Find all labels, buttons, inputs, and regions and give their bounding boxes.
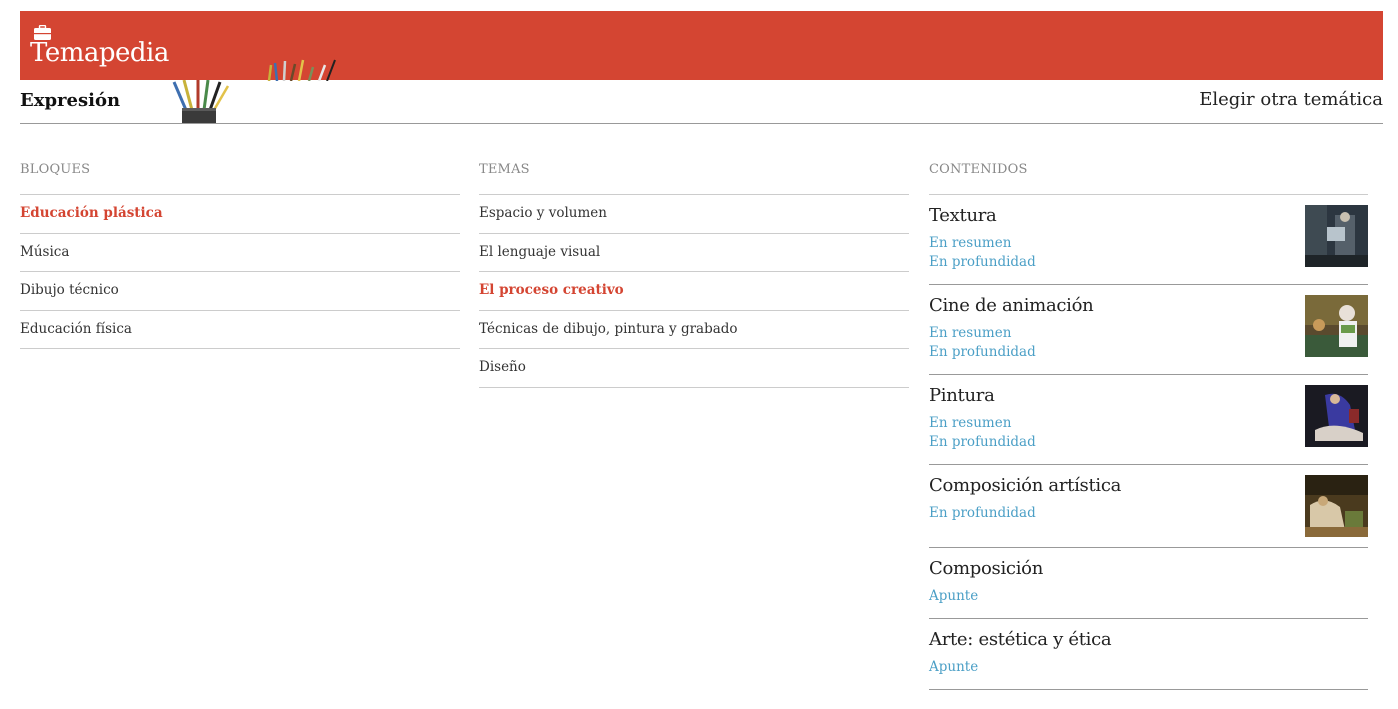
- bloques-heading: BLOQUES: [20, 160, 460, 195]
- content-item-composicion: Composición Apunte: [929, 548, 1368, 619]
- tema-item-tecnicas[interactable]: Técnicas de dibujo, pintura y grabado: [479, 311, 909, 349]
- content-item-cine-animacion: Cine de animación En resumen En profundi…: [929, 285, 1368, 375]
- resumen-link[interactable]: En resumen: [929, 234, 1368, 253]
- apunte-link[interactable]: Apunte: [929, 658, 1368, 677]
- profundidad-link[interactable]: En profundidad: [929, 504, 1368, 523]
- bloques-column: BLOQUES Educación plástica Música Dibujo…: [20, 160, 460, 349]
- resumen-link[interactable]: En resumen: [929, 324, 1368, 343]
- content-title[interactable]: Arte: estética y ética: [929, 629, 1368, 650]
- content-title[interactable]: Textura: [929, 205, 1368, 226]
- pencil-cup-image: [172, 80, 230, 123]
- content-title[interactable]: Cine de animación: [929, 295, 1368, 316]
- content-title[interactable]: Composición: [929, 558, 1368, 579]
- content-item-arte-estetica-etica: Arte: estética y ética Apunte: [929, 619, 1368, 690]
- site-header: Temapedia: [20, 11, 1383, 81]
- content-title[interactable]: Pintura: [929, 385, 1368, 406]
- content-item-composicion-artistica: Composición artística En profundidad: [929, 465, 1368, 548]
- profundidad-link[interactable]: En profundidad: [929, 253, 1368, 272]
- tema-item-lenguaje-visual[interactable]: El lenguaje visual: [479, 234, 909, 272]
- pencils-decoration: [267, 59, 336, 81]
- bloque-item-educacion-fisica[interactable]: Educación física: [20, 311, 460, 349]
- section-bar: Expresión Elegir otra temática: [20, 80, 1383, 124]
- change-topic-link[interactable]: Elegir otra temática: [1199, 89, 1383, 110]
- thumbnail-image[interactable]: [1305, 205, 1368, 267]
- brand-title[interactable]: Temapedia: [30, 38, 169, 68]
- thumbnail-image[interactable]: [1305, 295, 1368, 357]
- bloque-item-musica[interactable]: Música: [20, 234, 460, 272]
- thumbnail-image[interactable]: [1305, 385, 1368, 447]
- profundidad-link[interactable]: En profundidad: [929, 433, 1368, 452]
- tema-item-diseno[interactable]: Diseño: [479, 349, 909, 388]
- bloque-item-educacion-plastica[interactable]: Educación plástica: [20, 195, 460, 234]
- thumbnail-image[interactable]: [1305, 475, 1368, 537]
- resumen-link[interactable]: En resumen: [929, 414, 1368, 433]
- content-item-pintura: Pintura En resumen En profundidad: [929, 375, 1368, 465]
- contenidos-column: CONTENIDOS Textura En resumen En profund…: [929, 160, 1368, 690]
- temas-heading: TEMAS: [479, 160, 909, 195]
- bloque-item-dibujo-tecnico[interactable]: Dibujo técnico: [20, 272, 460, 311]
- tema-item-espacio-volumen[interactable]: Espacio y volumen: [479, 195, 909, 234]
- profundidad-link[interactable]: En profundidad: [929, 343, 1368, 362]
- content-item-textura: Textura En resumen En profundidad: [929, 195, 1368, 285]
- tema-item-proceso-creativo[interactable]: El proceso creativo: [479, 272, 909, 311]
- section-title: Expresión: [20, 90, 121, 111]
- content-title[interactable]: Composición artística: [929, 475, 1368, 496]
- temas-column: TEMAS Espacio y volumen El lenguaje visu…: [479, 160, 909, 388]
- apunte-link[interactable]: Apunte: [929, 587, 1368, 606]
- contenidos-heading: CONTENIDOS: [929, 160, 1368, 195]
